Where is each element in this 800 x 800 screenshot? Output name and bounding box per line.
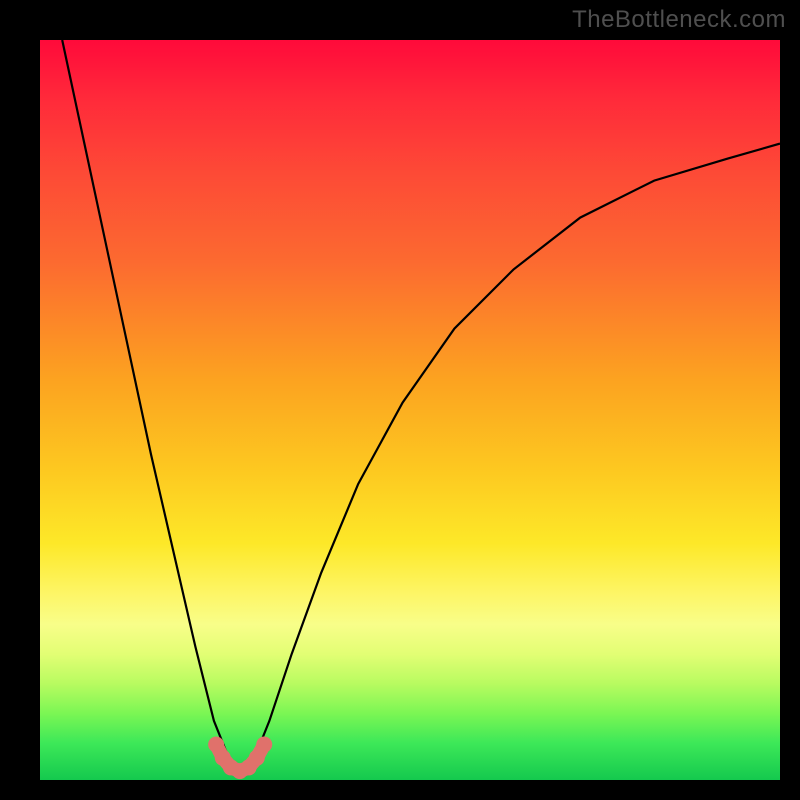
curve-right-branch	[240, 144, 780, 773]
chart-frame: { "watermark": "TheBottleneck.com", "cha…	[0, 0, 800, 800]
curve-svg	[40, 40, 780, 780]
marker-dot	[256, 736, 272, 752]
watermark-text: TheBottleneck.com	[572, 6, 786, 34]
plot-area	[40, 40, 780, 780]
curve-left-branch	[62, 40, 240, 773]
bottom-markers	[208, 736, 272, 779]
